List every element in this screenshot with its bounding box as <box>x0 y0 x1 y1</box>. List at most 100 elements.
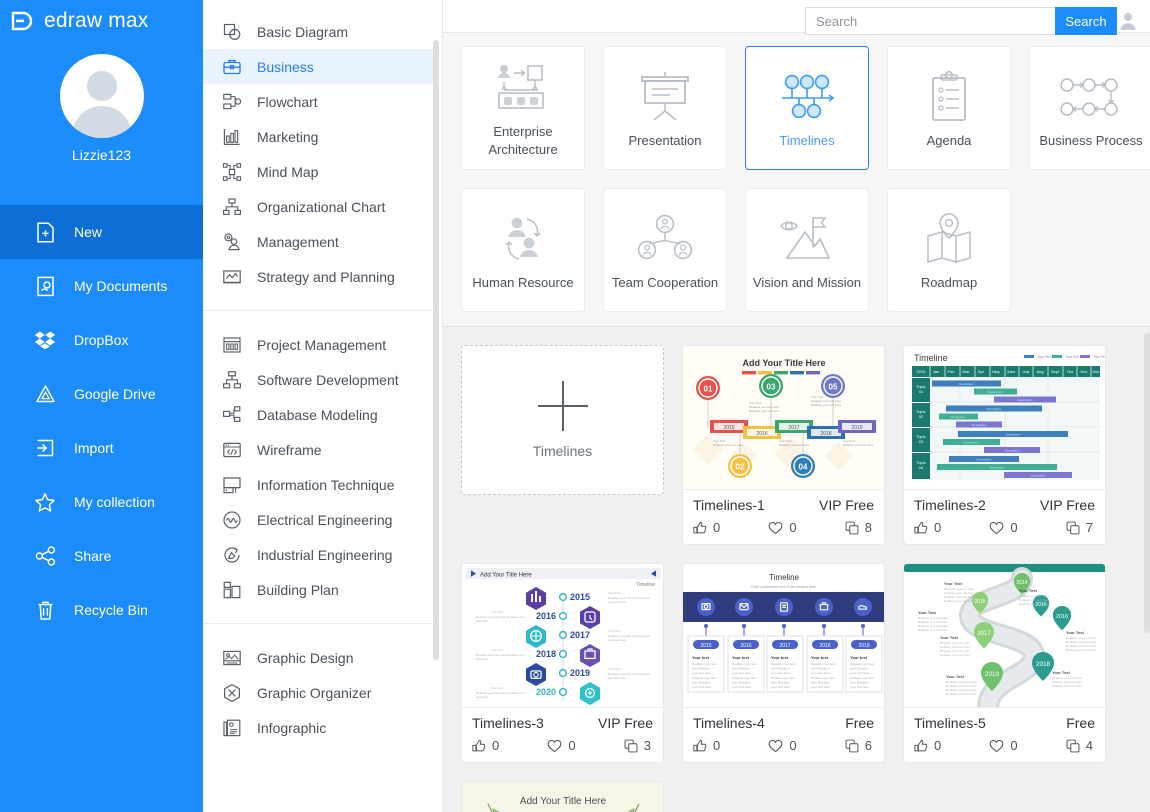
category-item-database-modeling[interactable]: Database Modeling <box>203 397 434 432</box>
category-scroll-area: Basic Diagram Business Flowchart Marketi… <box>203 0 434 812</box>
template-card[interactable]: Add Your Title Here 2015 2016 2017 2018 … <box>682 345 885 546</box>
category-scrollbar[interactable] <box>433 40 439 660</box>
download-stat[interactable]: 4 <box>1066 738 1093 753</box>
svg-text:04: 04 <box>919 465 924 470</box>
sidebar-item-my-documents[interactable]: My Documents <box>0 259 203 313</box>
search-input[interactable] <box>805 7 1055 35</box>
template-price: VIP Free <box>598 715 653 732</box>
search-button[interactable]: Search <box>1055 7 1117 35</box>
template-card[interactable]: Timeline Enter yoursentent here.Enter yo… <box>682 563 885 764</box>
svg-text:2015: 2015 <box>723 425 734 431</box>
like-stat[interactable]: 0 <box>472 738 499 753</box>
svg-text:Description: Description <box>989 466 1004 470</box>
category-group-2: Project Management Software Development … <box>203 310 434 611</box>
svg-text:Replace your text: Replace your text <box>850 662 874 666</box>
subcategory-card-enterprise-architecture[interactable]: Enterprise Architecture <box>461 46 585 171</box>
category-item-industrial-engineering[interactable]: Industrial Engineering <box>203 537 434 572</box>
template-thumbnail-milestone-bubbles: Add Your Title Here 2015 2016 2017 2018 … <box>683 346 884 491</box>
category-item-software-development[interactable]: Software Development <box>203 362 434 397</box>
thumbs-up-icon <box>472 739 486 753</box>
favorite-stat[interactable]: 0 <box>989 520 1018 535</box>
favorite-stat[interactable]: 0 <box>768 520 797 535</box>
template-card[interactable]: Add Your Title Here Timeline 2015 2016 2… <box>461 563 664 764</box>
category-item-electrical-engineering[interactable]: Electrical Engineering <box>203 502 434 537</box>
like-stat[interactable]: 0 <box>914 520 941 535</box>
subcategory-card-vision-and-mission[interactable]: Vision and Mission <box>745 188 869 313</box>
svg-text:Replace your text: Replace your text <box>692 676 716 680</box>
like-stat[interactable]: 0 <box>693 520 720 535</box>
category-item-wireframe[interactable]: Wireframe <box>203 432 434 467</box>
like-stat[interactable]: 0 <box>914 738 941 753</box>
download-stat[interactable]: 8 <box>845 520 872 535</box>
category-item-organizational-chart[interactable]: Organizational Chart <box>203 189 434 224</box>
category-item-strategy-and-planning[interactable]: Strategy and Planning <box>203 259 434 294</box>
sidebar-item-dropbox[interactable]: DropBox <box>0 313 203 367</box>
sidebar-item-recycle-bin[interactable]: Recycle Bin <box>0 583 203 637</box>
account-avatar-icon[interactable] <box>1117 10 1139 32</box>
subcategory-card-agenda[interactable]: Agenda <box>887 46 1011 171</box>
category-item-mind-map[interactable]: Mind Map <box>203 154 434 189</box>
category-item-marketing[interactable]: Marketing <box>203 119 434 154</box>
download-stat[interactable]: 3 <box>624 738 651 753</box>
category-item-label: Strategy and Planning <box>257 268 395 285</box>
favorite-stat[interactable]: 0 <box>547 738 576 753</box>
bar-chart-icon <box>221 126 243 148</box>
avatar[interactable] <box>59 54 144 138</box>
sidebar-item-share[interactable]: Share <box>0 529 203 583</box>
template-card[interactable]: 2014 2015 2016 2016 2017 2018 2019 Your … <box>903 563 1106 764</box>
category-item-information-technique[interactable]: Information Technique <box>203 467 434 502</box>
template-card-partial[interactable]: Add Your Title Here <box>461 781 664 812</box>
category-item-flowchart[interactable]: Flowchart <box>203 84 434 119</box>
subcategory-card-roadmap[interactable]: Roadmap <box>887 188 1011 313</box>
svg-text:2018: 2018 <box>536 649 556 659</box>
subcategory-card-label: Human Resource <box>472 275 574 291</box>
favorite-stat[interactable]: 0 <box>989 738 1018 753</box>
subcategory-card-label: Team Cooperation <box>611 275 719 291</box>
category-group-1: Basic Diagram Business Flowchart Marketi… <box>203 10 434 298</box>
sidebar-item-new[interactable]: New <box>0 205 203 259</box>
category-item-project-management[interactable]: Project Management <box>203 327 434 362</box>
svg-text:Feb: Feb <box>948 369 956 374</box>
category-item-basic-diagram[interactable]: Basic Diagram <box>203 14 434 49</box>
category-item-building-plan[interactable]: Building Plan <box>203 572 434 607</box>
sidebar-item-my-collection[interactable]: My collection <box>0 475 203 529</box>
new-blank-template-card[interactable]: Timelines <box>461 345 664 496</box>
svg-text:your text here.: your text here. <box>850 685 870 689</box>
subcategory-card-presentation[interactable]: Presentation <box>603 46 727 171</box>
subcategory-card-label: Roadmap <box>920 275 978 291</box>
new-blank-template-label: Timelines <box>532 443 593 460</box>
category-item-label: Database Modeling <box>257 406 378 423</box>
svg-text:Replace your text: Replace your text <box>771 662 795 666</box>
svg-text:Description: Description <box>1030 474 1045 478</box>
software-development-icon <box>221 369 243 391</box>
svg-text:your text here.: your text here. <box>608 676 627 680</box>
subcategory-card-business-process[interactable]: Business Process <box>1029 46 1150 171</box>
download-stat[interactable]: 7 <box>1066 520 1093 535</box>
gallery-scrollbar[interactable] <box>1144 333 1150 634</box>
download-stat[interactable]: 6 <box>845 738 872 753</box>
subcategory-card-team-cooperation[interactable]: Team Cooperation <box>603 188 727 313</box>
category-item-graphic-organizer[interactable]: Graphic Organizer <box>203 675 434 710</box>
like-stat[interactable]: 0 <box>693 738 720 753</box>
subcategory-card-label: Enterprise Architecture <box>488 124 558 158</box>
sidebar-item-google-drive[interactable]: Google Drive <box>0 367 203 421</box>
avatar-body <box>71 106 132 138</box>
download-count: 6 <box>864 738 872 754</box>
category-item-business[interactable]: Business <box>203 49 434 84</box>
subcategory-card-timelines[interactable]: Timelines <box>745 46 869 171</box>
favorite-stat[interactable]: 0 <box>768 738 797 753</box>
category-item-management[interactable]: Management <box>203 224 434 259</box>
category-item-infographic[interactable]: Infographic <box>203 710 434 745</box>
template-card[interactable]: Timeline Your Text Your Text Your Text 2… <box>903 345 1106 546</box>
subcategory-row-2: Human Resource Team Cooperation Vision a… <box>461 188 1150 313</box>
svg-text:04: 04 <box>799 463 808 472</box>
svg-text:Sept: Sept <box>1051 369 1060 374</box>
svg-text:2016: 2016 <box>1056 614 1068 620</box>
like-count: 0 <box>713 738 721 754</box>
template-price: VIP Free <box>1040 497 1095 514</box>
sidebar-item-import[interactable]: Import <box>0 421 203 475</box>
svg-text:here.Replace: here.Replace <box>732 667 751 671</box>
subcategory-card-human-resource[interactable]: Human Resource <box>461 188 585 313</box>
category-item-graphic-design[interactable]: Graphic Design <box>203 640 434 675</box>
svg-text:Jan: Jan <box>933 369 939 374</box>
